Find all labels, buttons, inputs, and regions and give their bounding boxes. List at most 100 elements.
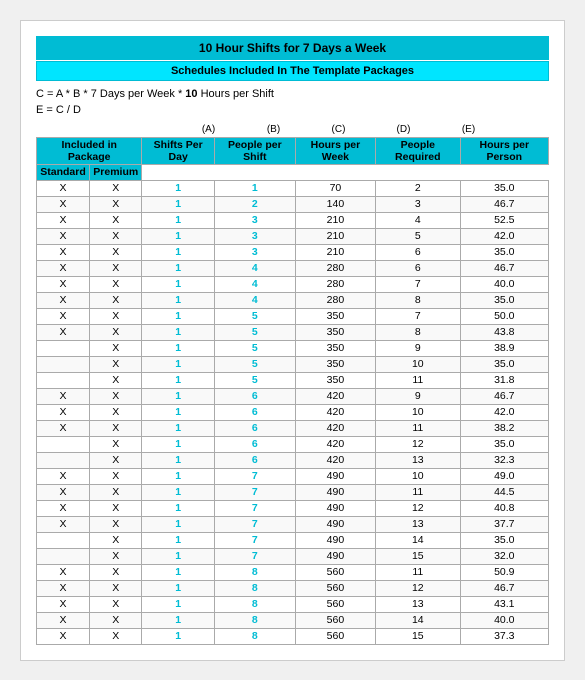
- table-cell: 11: [376, 420, 461, 436]
- header-premium: Premium: [90, 164, 142, 180]
- col-letter: (C): [306, 124, 371, 135]
- table-cell: X: [90, 596, 142, 612]
- table-cell: 350: [295, 308, 375, 324]
- table-cell: 490: [295, 548, 375, 564]
- table-cell: 8: [214, 596, 295, 612]
- table-cell: 210: [295, 212, 375, 228]
- table-cell: X: [37, 564, 90, 580]
- table-cell: 3: [214, 228, 295, 244]
- table-cell: 1: [142, 580, 214, 596]
- table-cell: 5: [214, 340, 295, 356]
- table-cell: 1: [142, 324, 214, 340]
- table-cell: X: [90, 372, 142, 388]
- table-cell: 420: [295, 388, 375, 404]
- table-cell: 4: [214, 276, 295, 292]
- table-cell: 3: [214, 244, 295, 260]
- table-cell: X: [37, 404, 90, 420]
- table-cell: 15: [376, 548, 461, 564]
- table-cell: X: [37, 468, 90, 484]
- header-row-2: Standard Premium: [37, 164, 549, 180]
- table-cell: [37, 372, 90, 388]
- table-cell: 1: [142, 196, 214, 212]
- table-cell: 50.9: [460, 564, 548, 580]
- table-cell: 490: [295, 532, 375, 548]
- table-cell: 7: [214, 532, 295, 548]
- table-cell: 11: [376, 564, 461, 580]
- table-row: XX13210635.0: [37, 244, 549, 260]
- table-cell: 13: [376, 596, 461, 612]
- table-cell: X: [90, 388, 142, 404]
- col-letter: (D): [371, 124, 436, 135]
- table-row: XX12140346.7: [37, 196, 549, 212]
- table-cell: 42.0: [460, 404, 548, 420]
- table-cell: X: [37, 516, 90, 532]
- table-cell: 1: [142, 420, 214, 436]
- table-cell: [37, 548, 90, 564]
- table-row: XX174901049.0: [37, 468, 549, 484]
- table-cell: [37, 340, 90, 356]
- table-cell: 6: [214, 420, 295, 436]
- table-cell: X: [37, 276, 90, 292]
- table-cell: X: [90, 324, 142, 340]
- table-row: XX14280646.7: [37, 260, 549, 276]
- table-cell: 210: [295, 244, 375, 260]
- table-cell: 1: [142, 228, 214, 244]
- table-cell: X: [37, 308, 90, 324]
- table-cell: 6: [376, 260, 461, 276]
- table-cell: 8: [214, 564, 295, 580]
- table-cell: 10: [376, 404, 461, 420]
- table-cell: X: [90, 436, 142, 452]
- table-cell: 70: [295, 180, 375, 196]
- header-standard: Standard: [37, 164, 90, 180]
- table-cell: 2: [376, 180, 461, 196]
- table-cell: 420: [295, 452, 375, 468]
- table-cell: 5: [214, 308, 295, 324]
- table-cell: 13: [376, 516, 461, 532]
- table-cell: 1: [142, 468, 214, 484]
- subtitle-bar: Schedules Included In The Template Packa…: [36, 61, 549, 81]
- table-cell: 5: [214, 324, 295, 340]
- table-cell: 7: [214, 500, 295, 516]
- table-cell: 50.0: [460, 308, 548, 324]
- table-cell: 46.7: [460, 196, 548, 212]
- table-cell: 11: [376, 484, 461, 500]
- table-row: XX15350750.0: [37, 308, 549, 324]
- table-cell: 560: [295, 564, 375, 580]
- table-cell: X: [90, 212, 142, 228]
- table-cell: X: [37, 292, 90, 308]
- table-cell: 46.7: [460, 388, 548, 404]
- header-people-required: People Required: [376, 137, 461, 164]
- table-cell: 38.2: [460, 420, 548, 436]
- table-cell: X: [37, 228, 90, 244]
- table-row: XX16420946.7: [37, 388, 549, 404]
- table-row: XX1170235.0: [37, 180, 549, 196]
- table-cell: X: [90, 500, 142, 516]
- table-cell: 1: [142, 276, 214, 292]
- table-cell: X: [90, 612, 142, 628]
- table-cell: 280: [295, 292, 375, 308]
- table-cell: 46.7: [460, 260, 548, 276]
- col-letter: [36, 124, 116, 135]
- table-cell: 3: [214, 212, 295, 228]
- table-cell: 1: [142, 292, 214, 308]
- table-row: XX174901240.8: [37, 500, 549, 516]
- table-cell: X: [90, 628, 142, 644]
- table-row: XX185601537.3: [37, 628, 549, 644]
- table-cell: 7: [214, 468, 295, 484]
- table-cell: 350: [295, 372, 375, 388]
- table-cell: 1: [142, 356, 214, 372]
- table-cell: 31.8: [460, 372, 548, 388]
- col-letter: (A): [176, 124, 241, 135]
- table-cell: 6: [214, 436, 295, 452]
- table-cell: X: [90, 228, 142, 244]
- table-cell: 6: [214, 388, 295, 404]
- table-cell: 4: [214, 260, 295, 276]
- table-cell: [37, 436, 90, 452]
- table-cell: X: [37, 420, 90, 436]
- table-cell: 140: [295, 196, 375, 212]
- table-cell: 1: [142, 180, 214, 196]
- table-cell: X: [90, 340, 142, 356]
- table-cell: 490: [295, 468, 375, 484]
- table-row: X174901532.0: [37, 548, 549, 564]
- table-cell: 1: [142, 484, 214, 500]
